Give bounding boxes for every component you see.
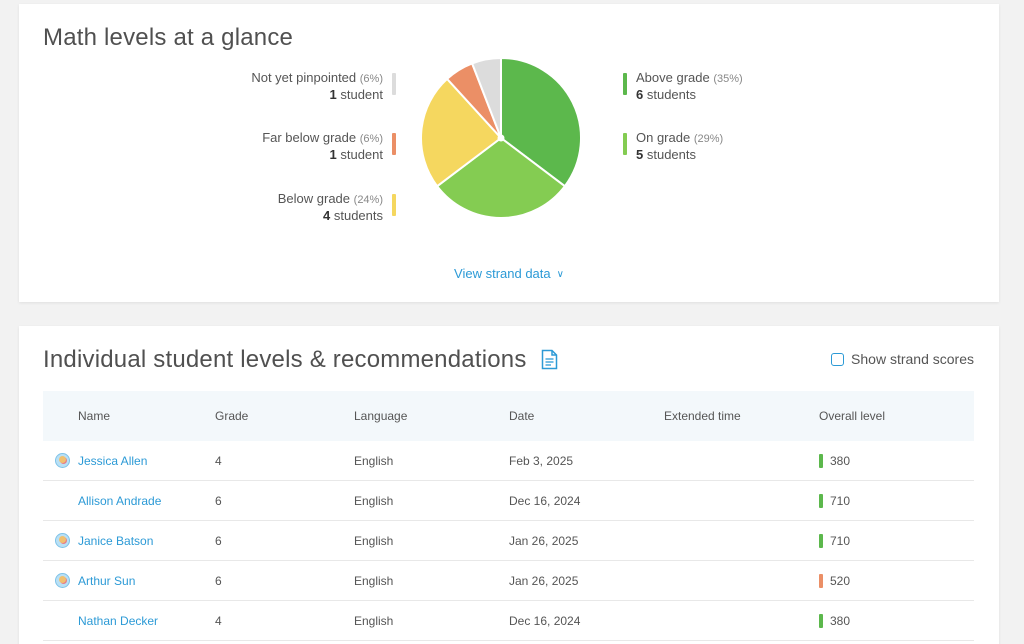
- legend-count: 1: [330, 87, 337, 102]
- student-name[interactable]: Arthur Sun: [78, 574, 135, 588]
- student-grade: 4: [215, 454, 354, 468]
- level-color-bar: [819, 574, 823, 588]
- student-name-link[interactable]: Janice Batson: [43, 534, 215, 548]
- show-strand-scores-toggle[interactable]: Show strand scores: [831, 351, 974, 367]
- show-strand-scores-label[interactable]: Show strand scores: [851, 351, 974, 367]
- level-value: 520: [830, 574, 850, 588]
- level-color-bar: [819, 454, 823, 468]
- student-overall-level: 520: [819, 574, 974, 588]
- table-row: Allison Andrade 6 English Dec 16, 2024 7…: [43, 481, 974, 521]
- legend-pct: (29%): [694, 133, 723, 145]
- student-levels-card: Individual student levels & recommendati…: [19, 326, 999, 644]
- student-date: Jan 26, 2025: [509, 534, 664, 548]
- student-avatar-icon: [55, 453, 70, 468]
- legend-far-below-grade: Far below grade (6%) 1 student: [262, 130, 396, 163]
- level-color-bar: [819, 534, 823, 548]
- student-table: Name Grade Language Date Extended time O…: [43, 391, 974, 641]
- legend-not-yet-pinpointed: Not yet pinpointed (6%) 1 student: [251, 70, 396, 103]
- legend-unit: student: [337, 87, 383, 102]
- students-title: Individual student levels & recommendati…: [43, 346, 558, 377]
- student-date: Feb 3, 2025: [509, 454, 664, 468]
- column-header-overall-level[interactable]: Overall level: [819, 409, 974, 423]
- table-header: Name Grade Language Date Extended time O…: [43, 391, 974, 441]
- student-name[interactable]: Nathan Decker: [78, 614, 158, 628]
- legend-label: Not yet pinpointed: [251, 70, 356, 85]
- student-language: English: [354, 494, 509, 508]
- legend-label: On grade: [636, 130, 690, 145]
- legend-color-bar: [392, 194, 396, 216]
- table-row: Nathan Decker 4 English Dec 16, 2024 380: [43, 601, 974, 641]
- column-header-grade[interactable]: Grade: [215, 409, 354, 423]
- student-name[interactable]: Allison Andrade: [78, 494, 161, 508]
- student-overall-level: 380: [819, 614, 974, 628]
- student-language: English: [354, 534, 509, 548]
- student-grade: 4: [215, 614, 354, 628]
- legend-color-bar: [392, 133, 396, 155]
- view-strand-data-link[interactable]: View strand data ∨: [19, 266, 999, 281]
- column-header-date[interactable]: Date: [509, 409, 664, 423]
- show-strand-scores-checkbox[interactable]: [831, 353, 844, 366]
- table-row: Janice Batson 6 English Jan 26, 2025 710: [43, 521, 974, 561]
- student-overall-level: 710: [819, 494, 974, 508]
- student-name[interactable]: Janice Batson: [78, 534, 153, 548]
- legend-pct: (6%): [360, 133, 383, 145]
- column-header-language[interactable]: Language: [354, 409, 509, 423]
- student-avatar-icon: [55, 533, 70, 548]
- legend-color-bar: [623, 73, 627, 95]
- level-value: 710: [830, 494, 850, 508]
- column-header-name[interactable]: Name: [43, 409, 215, 423]
- student-overall-level: 710: [819, 534, 974, 548]
- math-levels-card: Math levels at a glance Not yet pinpoint…: [19, 4, 999, 302]
- legend-color-bar: [392, 73, 396, 95]
- legend-label: Far below grade: [262, 130, 356, 145]
- student-date: Jan 26, 2025: [509, 574, 664, 588]
- student-overall-level: 380: [819, 454, 974, 468]
- chevron-down-icon[interactable]: ∨: [557, 269, 564, 280]
- legend-above-grade: Above grade (35%) 6 students: [623, 70, 743, 103]
- student-date: Dec 16, 2024: [509, 494, 664, 508]
- level-value: 710: [830, 534, 850, 548]
- student-grade: 6: [215, 534, 354, 548]
- level-color-bar: [819, 614, 823, 628]
- student-language: English: [354, 614, 509, 628]
- view-strand-data-label[interactable]: View strand data: [454, 266, 551, 281]
- student-name-link[interactable]: Nathan Decker: [43, 614, 215, 628]
- legend-below-grade: Below grade (24%) 4 students: [278, 191, 396, 224]
- student-name-link[interactable]: Allison Andrade: [43, 494, 215, 508]
- legend-label: Below grade: [278, 191, 350, 206]
- report-document-icon[interactable]: [541, 349, 558, 377]
- table-row: Jessica Allen 4 English Feb 3, 2025 380: [43, 441, 974, 481]
- summary-title: Math levels at a glance: [43, 24, 293, 52]
- legend-unit: student: [337, 147, 383, 162]
- legend-count: 1: [330, 147, 337, 162]
- legend-color-bar: [623, 133, 627, 155]
- student-avatar-icon: [55, 573, 70, 588]
- student-language: English: [354, 574, 509, 588]
- level-value: 380: [830, 454, 850, 468]
- levels-pie-chart: [419, 56, 583, 220]
- student-language: English: [354, 454, 509, 468]
- student-name-link[interactable]: Jessica Allen: [43, 454, 215, 468]
- table-row: Arthur Sun 6 English Jan 26, 2025 520: [43, 561, 974, 601]
- legend-pct: (35%): [713, 73, 742, 85]
- legend-on-grade: On grade (29%) 5 students: [623, 130, 723, 163]
- legend-unit: students: [643, 87, 696, 102]
- student-name[interactable]: Jessica Allen: [78, 454, 147, 468]
- legend-unit: students: [330, 208, 383, 223]
- pie-center-dot: [498, 135, 505, 142]
- legend-pct: (24%): [354, 194, 383, 206]
- student-grade: 6: [215, 494, 354, 508]
- students-title-text: Individual student levels & recommendati…: [43, 346, 527, 373]
- level-color-bar: [819, 494, 823, 508]
- level-value: 380: [830, 614, 850, 628]
- student-grade: 6: [215, 574, 354, 588]
- legend-pct: (6%): [360, 73, 383, 85]
- student-date: Dec 16, 2024: [509, 614, 664, 628]
- legend-unit: students: [643, 147, 696, 162]
- column-header-extended-time[interactable]: Extended time: [664, 409, 819, 423]
- student-name-link[interactable]: Arthur Sun: [43, 574, 215, 588]
- legend-label: Above grade: [636, 70, 710, 85]
